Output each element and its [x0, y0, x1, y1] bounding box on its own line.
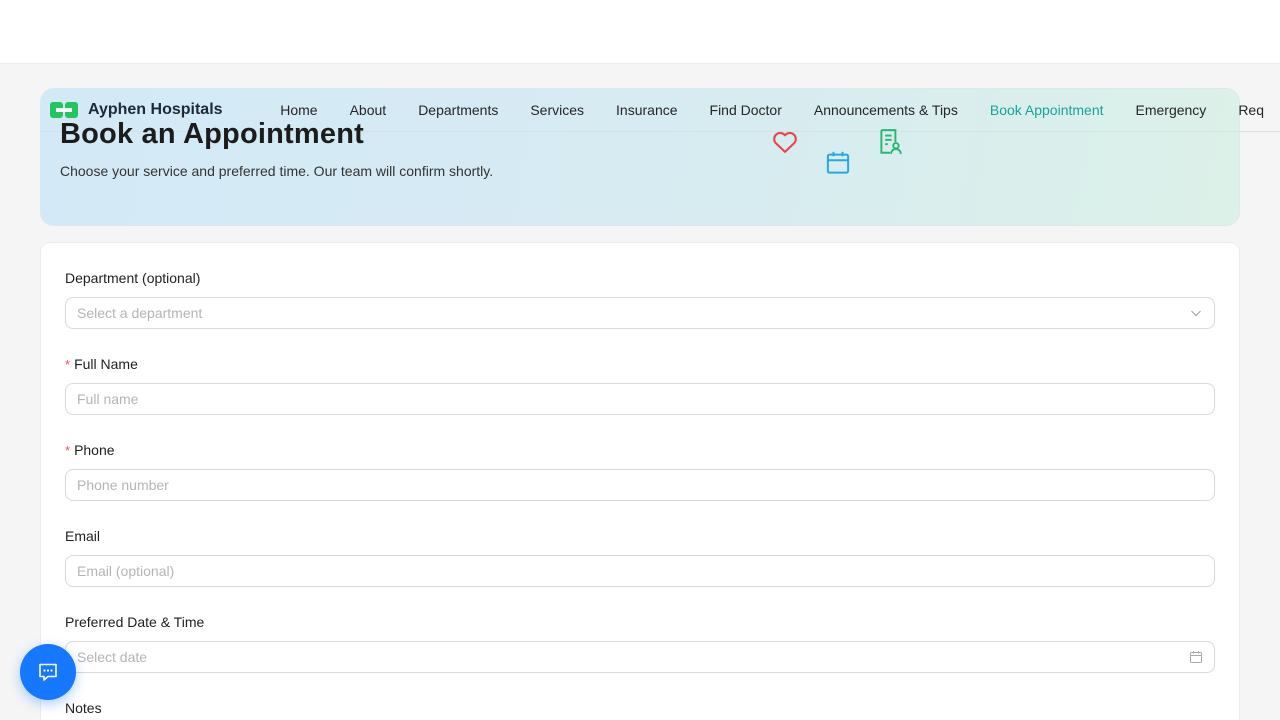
full-name-label-text: Full Name — [74, 356, 138, 372]
department-select-placeholder: Select a department — [77, 305, 203, 321]
chat-button[interactable] — [20, 644, 76, 700]
phone-field[interactable] — [65, 469, 1215, 501]
nav-item-about[interactable]: About — [334, 102, 403, 118]
date-picker-placeholder: Select date — [77, 649, 148, 665]
doctor-report-icon — [880, 129, 902, 155]
nav-item-find-doctor[interactable]: Find Doctor — [694, 102, 798, 118]
nav-item-book-appointment[interactable]: Book Appointment — [974, 102, 1120, 118]
brand-name: Ayphen Hospitals — [88, 100, 223, 118]
calendar-icon — [826, 151, 850, 174]
phone-label-text: Phone — [74, 442, 115, 458]
required-mark: * — [65, 443, 71, 458]
full-name-field[interactable] — [65, 383, 1215, 415]
hospital-logo-icon — [50, 101, 78, 118]
department-label: Department (optional) — [65, 270, 201, 286]
required-mark: * — [65, 357, 71, 372]
email-field[interactable] — [65, 555, 1215, 587]
department-select[interactable]: Select a department — [65, 297, 1215, 329]
date-picker[interactable]: Select date — [65, 641, 1215, 673]
nav-item-departments[interactable]: Departments — [402, 102, 514, 118]
nav-item-emergency[interactable]: Emergency — [1120, 102, 1223, 118]
datetime-label: Preferred Date & Time — [65, 614, 205, 630]
nav-item-announcements[interactable]: Announcements & Tips — [798, 102, 974, 118]
nav-item-request[interactable]: Req — [1222, 102, 1280, 118]
phone-input[interactable] — [77, 477, 1203, 493]
email-label: Email — [65, 528, 101, 544]
top-bar — [0, 0, 1280, 64]
brand[interactable]: Ayphen Hospitals — [50, 101, 264, 119]
notes-label: Notes — [65, 700, 102, 716]
nav-item-insurance[interactable]: Insurance — [600, 102, 693, 118]
page-title: Book an Appointment — [60, 118, 364, 150]
nav-item-services[interactable]: Services — [514, 102, 600, 118]
phone-label: * Phone — [65, 442, 115, 458]
chat-icon — [39, 663, 57, 681]
full-name-input[interactable] — [77, 391, 1203, 407]
page-subtitle: Choose your service and preferred time. … — [60, 163, 494, 179]
heart-icon — [773, 131, 797, 153]
email-input[interactable] — [77, 563, 1203, 579]
calendar-small-icon — [1190, 651, 1202, 663]
nav-item-home[interactable]: Home — [264, 102, 333, 118]
nav-menu: Home About Departments Services Insuranc… — [264, 102, 1280, 118]
chevron-down-icon — [1191, 310, 1201, 317]
full-name-label: * Full Name — [65, 356, 138, 372]
